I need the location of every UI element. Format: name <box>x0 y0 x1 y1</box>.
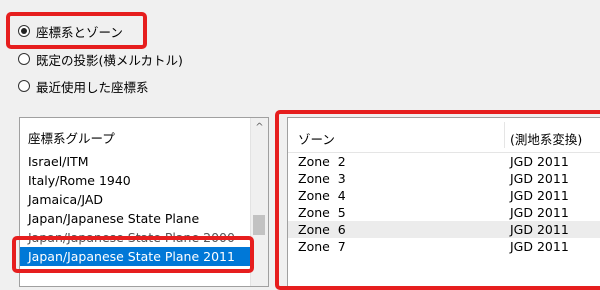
radio-button-checked[interactable] <box>18 25 30 37</box>
zone-name: Zone 3 <box>298 171 346 186</box>
group-list-item[interactable]: Italy/Rome 1940 <box>20 171 252 190</box>
zone-name: Zone 5 <box>298 205 346 220</box>
zone-name: Zone 2 <box>298 154 346 169</box>
scroll-up-arrow-icon[interactable]: ^ <box>251 122 268 133</box>
radio-option-coordinate-system-and-zone[interactable]: 座標系とゾーン <box>18 22 123 40</box>
zone-list-header: ゾーン (測地系変換) <box>288 118 600 153</box>
coordinate-group-list[interactable]: 座標系グループ Israel/ITM Italy/Rome 1940 Jamai… <box>19 117 269 287</box>
scrollbar-thumb[interactable] <box>253 215 265 235</box>
radio-button[interactable] <box>18 80 30 92</box>
group-list-item[interactable]: Japan/Japanese State Plane 2000 <box>20 228 252 247</box>
zone-list[interactable]: ゾーン (測地系変換) Zone 2 JGD 2011 Zone 3 JGD 2… <box>287 117 600 287</box>
group-list-item[interactable]: Israel/ITM <box>20 152 252 171</box>
zone-row[interactable]: Zone 5 JGD 2011 <box>288 204 600 221</box>
zone-row[interactable]: Zone 4 JGD 2011 <box>288 187 600 204</box>
group-list-item[interactable]: Japan/Japanese State Plane <box>20 209 252 228</box>
zone-row[interactable]: Zone 3 JGD 2011 <box>288 170 600 187</box>
zone-name: Zone 7 <box>298 239 346 254</box>
zone-datum: JGD 2011 <box>510 239 569 254</box>
radio-button[interactable] <box>18 53 30 65</box>
zone-row[interactable]: Zone 7 JGD 2011 <box>288 238 600 255</box>
zone-datum: JGD 2011 <box>510 205 569 220</box>
column-header-datum-transform[interactable]: (測地系変換) <box>510 129 582 148</box>
group-list-item-selected[interactable]: Japan/Japanese State Plane 2011 <box>20 247 252 266</box>
group-list-header: 座標系グループ <box>28 131 115 146</box>
group-list-scrollbar[interactable]: ^ <box>250 118 268 286</box>
group-list-item[interactable]: Jamaica/JAD <box>20 190 252 209</box>
radio-label: 最近使用した座標系 <box>36 79 149 95</box>
column-divider[interactable] <box>504 122 505 148</box>
zone-datum: JGD 2011 <box>510 171 569 186</box>
zone-datum: JGD 2011 <box>510 154 569 169</box>
zone-row[interactable]: Zone 2 JGD 2011 <box>288 153 600 170</box>
zone-name: Zone 6 <box>298 222 346 237</box>
zone-row[interactable]: Zone 6 JGD 2011 <box>288 221 600 238</box>
column-header-zone[interactable]: ゾーン <box>298 129 335 148</box>
radio-option-recent-coordinate-systems[interactable]: 最近使用した座標系 <box>18 77 149 95</box>
zone-name: Zone 4 <box>298 188 346 203</box>
radio-option-default-projection[interactable]: 既定の投影(横メルカトル) <box>18 50 183 68</box>
zone-datum: JGD 2011 <box>510 188 569 203</box>
radio-label: 既定の投影(横メルカトル) <box>36 52 183 68</box>
radio-label: 座標系とゾーン <box>36 24 123 40</box>
zone-datum: JGD 2011 <box>510 222 569 237</box>
